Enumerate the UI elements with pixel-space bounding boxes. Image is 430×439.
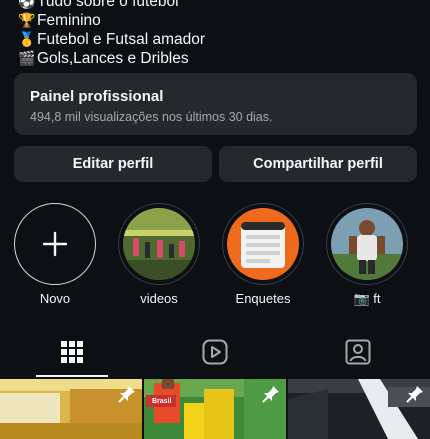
highlight-videos[interactable]: videos [117,203,201,306]
professional-dashboard-title: Painel profissional [30,88,164,105]
post-overlay-text: Brasil [152,398,172,405]
edit-profile-button[interactable]: Editar perfil [14,146,212,182]
trophy-icon: 🏆 [18,12,36,28]
highlight-cover-image [227,208,299,280]
bio-line: 🎬 Gols,Lances e Dribles [18,49,205,68]
bio-line: 🏆 Feminino [18,11,205,30]
highlight-new[interactable]: Novo [13,203,97,306]
highlight-ring [222,203,304,285]
highlight-ring [14,203,96,285]
pin-icon [262,386,279,403]
clapperboard-icon: 🎬 [18,50,36,66]
highlight-enquetes[interactable]: Enquetes [221,203,305,306]
highlight-ft[interactable]: 📷 ft [325,203,409,307]
pin-icon [118,386,135,403]
share-profile-button[interactable]: Compartilhar perfil [219,146,417,182]
profile-bio: ⚽ Tudo sobre o futebol 🏆 Feminino 🥇 Fute… [18,0,205,68]
bio-text: Feminino [37,12,101,29]
post-thumbnail[interactable]: Brasil [144,379,286,439]
profile-tabs [0,330,430,378]
highlight-cover-image [331,208,403,280]
active-tab-indicator [36,375,108,377]
pin-icon [406,386,423,403]
reels-icon [202,339,228,365]
plus-icon [42,231,68,257]
tab-reels[interactable] [180,330,250,374]
highlight-label: Novo [39,291,71,306]
bio-text: Gols,Lances e Dribles [37,50,189,67]
highlight-label: 📷 ft [353,291,381,306]
soccer-ball-icon: ⚽ [18,0,36,9]
post-thumbnail[interactable] [0,379,142,439]
bio-text: Futebol e Futsal amador [37,31,206,48]
highlight-cover-image [123,208,195,280]
highlight-ring [326,203,408,285]
professional-dashboard-card[interactable]: Painel profissional 494,8 mil visualizaç… [14,73,417,135]
bio-line: 🥇 Futebol e Futsal amador [18,30,205,49]
grid-icon [61,341,83,363]
bio-line: ⚽ Tudo sobre o futebol [18,0,205,11]
tab-tagged[interactable] [323,330,393,374]
medal-icon: 🥇 [18,31,36,47]
post-thumbnail[interactable] [288,379,430,439]
tab-posts-grid[interactable] [37,330,107,374]
tagged-icon [345,339,371,365]
bio-text: Tudo sobre o futebol [37,0,179,10]
highlight-label: videos [140,291,178,306]
highlight-ring [118,203,200,285]
professional-dashboard-views: 494,8 mil visualizações nos últimos 30 d… [30,110,273,124]
highlight-label: Enquetes [235,291,291,306]
